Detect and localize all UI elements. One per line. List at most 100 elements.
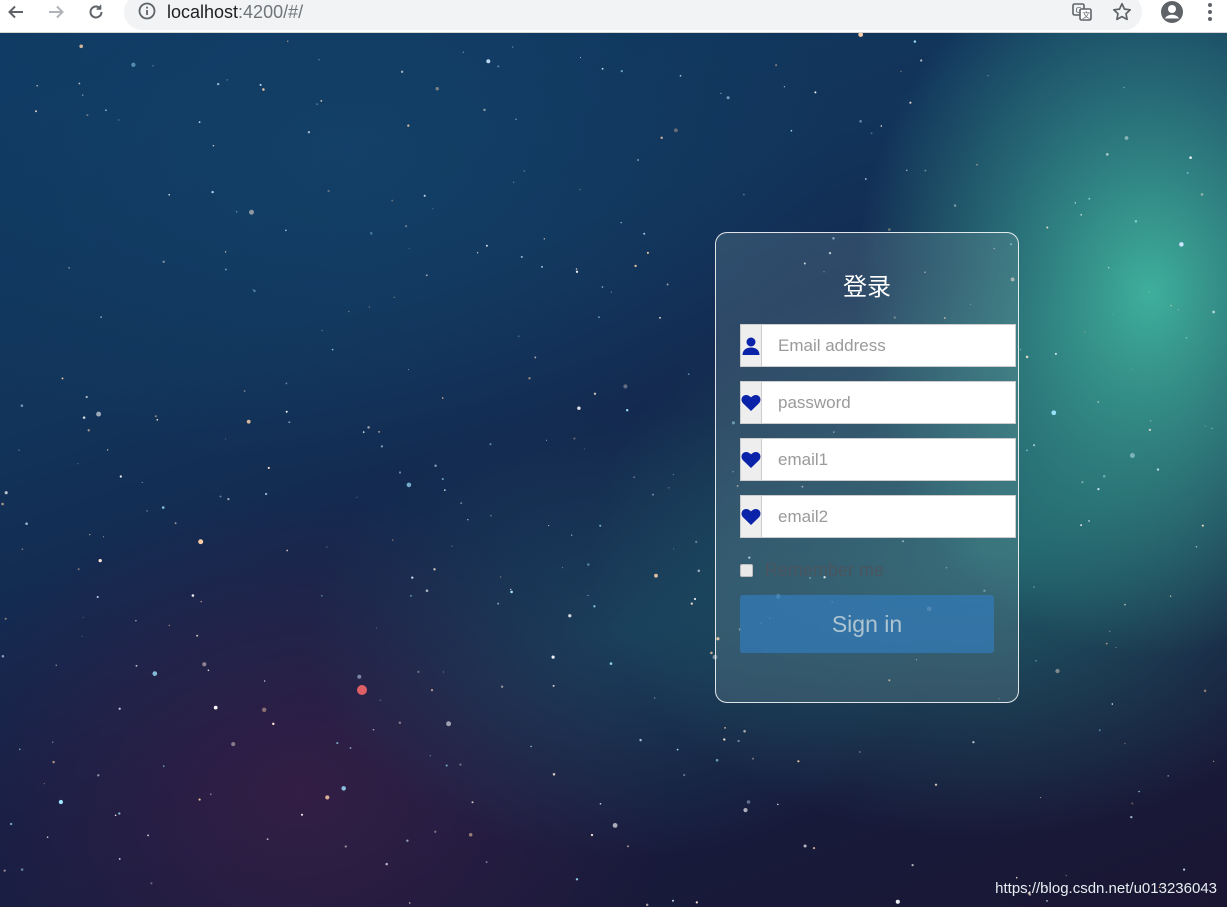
star — [325, 795, 330, 800]
star — [1046, 226, 1049, 229]
remember-me-checkbox[interactable] — [740, 563, 753, 577]
star — [1112, 313, 1114, 315]
star — [68, 267, 70, 269]
star — [441, 397, 444, 399]
star — [499, 576, 502, 578]
star — [579, 188, 581, 191]
star — [96, 411, 102, 417]
star — [599, 802, 602, 805]
star — [224, 251, 227, 253]
star — [393, 296, 395, 298]
star — [398, 721, 402, 724]
star — [4, 617, 7, 620]
star — [953, 204, 957, 207]
star — [489, 443, 492, 446]
email-input[interactable] — [762, 324, 1016, 367]
star — [887, 228, 891, 231]
star — [1130, 815, 1133, 819]
star — [633, 476, 635, 478]
star — [77, 568, 80, 571]
star — [1148, 291, 1150, 293]
watermark: https://blog.csdn.net/u013236043 — [995, 880, 1217, 897]
info-icon[interactable] — [138, 2, 158, 22]
star — [1167, 775, 1170, 777]
star — [1098, 729, 1101, 732]
star — [368, 306, 370, 308]
star — [1088, 519, 1090, 522]
star — [105, 109, 107, 112]
star — [1107, 266, 1110, 269]
star — [141, 481, 143, 483]
star — [609, 662, 613, 665]
star — [85, 395, 88, 399]
star — [601, 67, 604, 70]
star — [307, 131, 311, 134]
star — [541, 266, 543, 268]
star — [1195, 545, 1198, 548]
star — [441, 477, 444, 481]
star — [408, 248, 410, 250]
star — [285, 382, 288, 385]
star — [858, 33, 864, 37]
sign-in-button[interactable]: Sign in — [740, 595, 994, 653]
forward-arrow-icon[interactable] — [42, 0, 70, 24]
star — [82, 616, 84, 618]
star — [870, 132, 873, 135]
browser-toolbar: localhost:4200/#/ G文 — [0, 0, 1227, 33]
star — [246, 419, 251, 424]
star — [543, 238, 546, 240]
star — [212, 144, 215, 147]
star — [777, 803, 779, 806]
star — [710, 651, 713, 655]
star — [483, 108, 486, 112]
star — [1149, 420, 1152, 422]
star — [162, 765, 165, 768]
star — [9, 822, 13, 826]
star — [417, 670, 420, 674]
star — [637, 159, 640, 161]
reload-icon[interactable] — [82, 0, 110, 24]
star — [1039, 796, 1042, 799]
star — [198, 121, 201, 123]
star — [202, 662, 207, 667]
star — [462, 51, 465, 53]
star — [1156, 468, 1160, 471]
star — [552, 773, 556, 776]
star — [1097, 401, 1100, 403]
password-input[interactable] — [762, 381, 1016, 424]
star — [86, 114, 89, 117]
star — [406, 482, 412, 488]
star — [623, 384, 628, 389]
star — [430, 689, 434, 692]
star — [1109, 630, 1111, 632]
star — [162, 260, 165, 263]
star — [446, 721, 452, 727]
translate-icon[interactable]: G文 — [1070, 0, 1094, 24]
email1-input[interactable] — [762, 438, 1016, 481]
star — [131, 62, 136, 67]
star — [443, 489, 446, 491]
login-panel: 登录 Remember me Sign in — [715, 232, 1019, 703]
star — [497, 602, 500, 605]
star — [106, 449, 109, 451]
star — [551, 655, 555, 659]
star — [1088, 197, 1091, 200]
star — [154, 415, 157, 418]
star — [695, 901, 698, 904]
star — [679, 74, 682, 77]
star — [252, 289, 254, 291]
star — [1129, 453, 1135, 458]
svg-text:文: 文 — [1082, 10, 1090, 20]
url-text[interactable]: localhost:4200/#/ — [167, 1, 303, 23]
email2-input[interactable] — [762, 495, 1016, 538]
star — [262, 88, 265, 91]
star — [264, 680, 266, 682]
menu-dots-icon[interactable] — [1202, 0, 1218, 24]
star — [803, 844, 807, 848]
account-icon[interactable] — [1159, 0, 1185, 24]
star — [468, 832, 473, 837]
star — [573, 437, 576, 440]
star — [812, 846, 816, 850]
back-arrow-icon[interactable] — [2, 0, 30, 24]
star-icon[interactable] — [1110, 0, 1134, 24]
